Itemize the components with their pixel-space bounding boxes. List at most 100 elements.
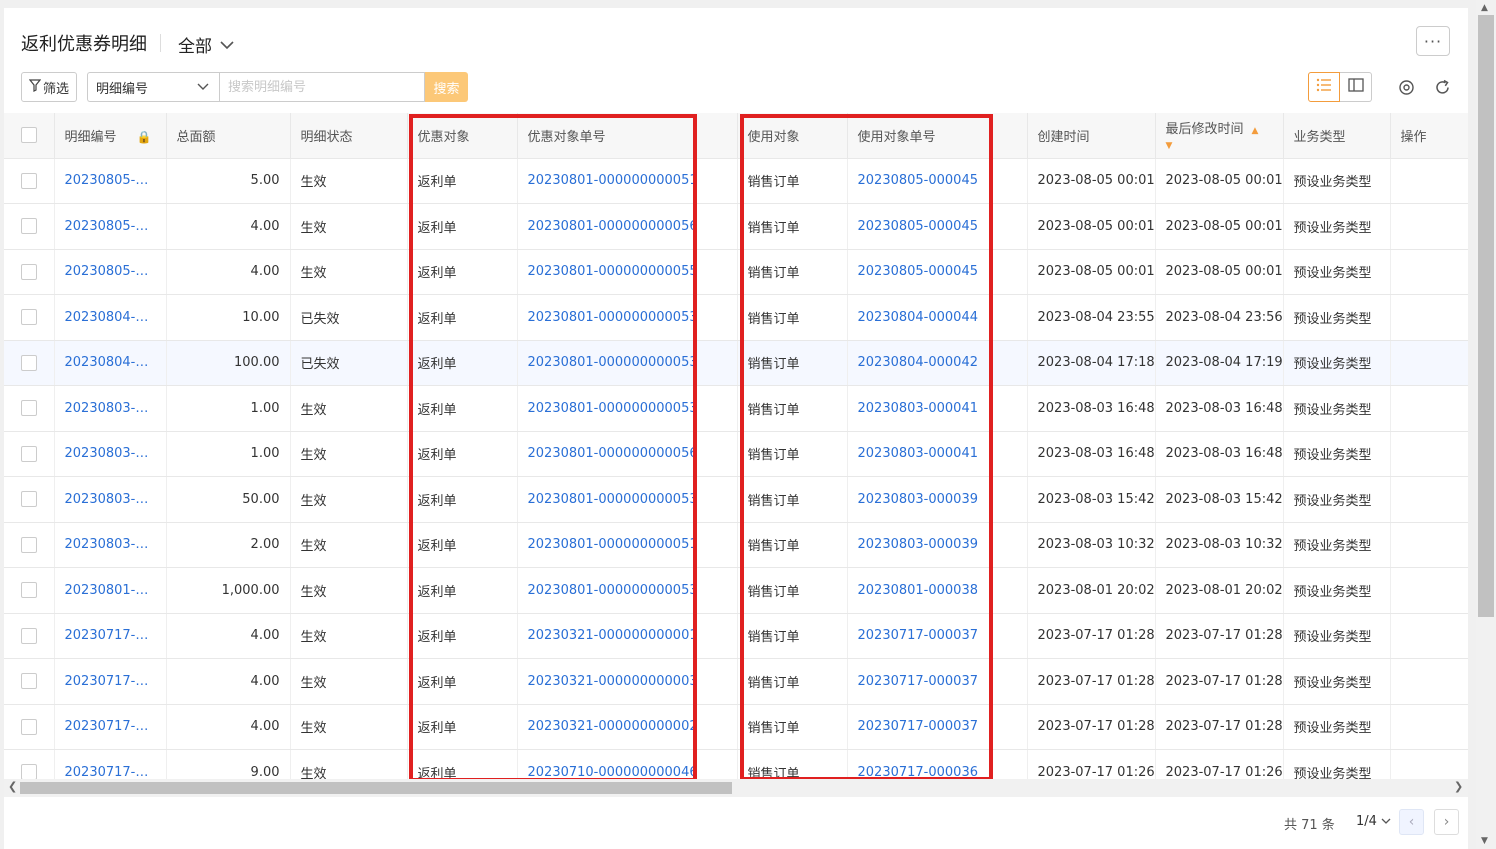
modified-time: 2023-07-17 01:26 [1155,749,1284,779]
column-header[interactable]: 总面额 [166,113,291,159]
row-checkbox[interactable] [4,294,55,341]
table-row[interactable]: 20230717-00... 4.00 生效 返利单 20230321-00000000… [4,613,1468,659]
view-selector[interactable]: 全部 [178,32,234,57]
refresh-icon[interactable] [1433,78,1451,96]
detail-number-link[interactable]: 20230803-00... [54,522,167,568]
table-row[interactable]: 20230803-00... 2.00 生效 返利单 20230801-00000000… [4,522,1468,568]
row-actions [1390,294,1468,341]
detail-number-link[interactable]: 20230805-00... [54,158,167,204]
row-actions [1390,567,1468,614]
detail-number-link[interactable]: 20230804-00... [54,294,167,341]
list-view-button[interactable] [1308,72,1340,102]
table-header-row: 明细编号 🔒 总面额 明细状态 优惠对象 优惠对象单号 使用对象 使用对象单号 创… [4,113,1468,159]
page-selector[interactable]: 1/4 [1356,814,1391,829]
scroll-down-icon[interactable]: ▼ [1481,836,1488,846]
page-title: 返利优惠券明细 [21,34,147,55]
column-header[interactable]: 明细状态 [290,113,408,159]
table-row[interactable]: 20230801-00... 1,000.00 生效 返利单 20230801-0000… [4,567,1468,614]
business-type: 预设业务类型 [1283,249,1391,295]
row-actions [1390,476,1468,523]
column-header[interactable]: 创建时间 [1027,113,1156,159]
prev-page-button[interactable]: ‹ [1399,809,1424,835]
created-time: 2023-08-03 15:42 [1027,476,1156,523]
table-row[interactable]: 20230805-00... 4.00 生效 返利单 20230801-00000000… [4,203,1468,250]
row-actions [1390,431,1468,477]
scroll-right-icon[interactable]: ❯ [1454,780,1463,793]
filter-label: 筛选 [42,81,69,97]
total-amount: 1.00 [166,385,291,432]
business-type: 预设业务类型 [1283,749,1391,779]
created-time: 2023-08-01 20:02 [1027,567,1156,614]
table-row[interactable]: 20230805-00... 4.00 生效 返利单 20230801-00000000… [4,249,1468,295]
column-header[interactable]: 最后修改时间 ▲ ▼ [1155,113,1284,159]
row-checkbox[interactable] [4,749,55,779]
table-row[interactable]: 20230803-00... 50.00 生效 返利单 20230801-0000000… [4,476,1468,523]
detail-number-link[interactable]: 20230717-00... [54,749,167,779]
detail-number-link[interactable]: 20230717-00... [54,613,167,659]
chevron-left-icon: ‹ [1408,814,1415,830]
scroll-up-icon[interactable]: ▲ [1481,3,1488,13]
table-row[interactable]: 20230717-00... 4.00 生效 返利单 20230321-00000000… [4,658,1468,705]
row-checkbox[interactable] [4,431,55,477]
detail-number-link[interactable]: 20230804-00... [54,340,167,386]
row-checkbox[interactable] [4,340,55,386]
table-row[interactable]: 20230717-00... 9.00 生效 返利单 20230710-00000000… [4,749,1468,779]
settings-icon[interactable] [1397,78,1415,96]
table-row[interactable]: 20230803-00... 1.00 生效 返利单 20230801-00000000… [4,385,1468,432]
table-row[interactable]: 20230803-00... 1.00 生效 返利单 20230801-00000000… [4,431,1468,477]
row-checkbox[interactable] [4,658,55,705]
created-time: 2023-07-17 01:28 [1027,704,1156,750]
row-checkbox[interactable] [4,203,55,250]
business-type: 预设业务类型 [1283,385,1391,432]
row-checkbox[interactable] [4,249,55,295]
select-all-checkbox[interactable] [4,113,55,159]
vertical-scrollbar[interactable]: ▲ ▼ [1476,0,1496,849]
row-checkbox[interactable] [4,158,55,204]
search-button[interactable]: 搜索 [425,72,468,102]
modified-time: 2023-08-04 17:19 [1155,340,1284,386]
column-header[interactable]: 业务类型 [1283,113,1391,159]
detail-number-link[interactable]: 20230801-00... [54,567,167,614]
next-page-button[interactable]: › [1434,809,1459,835]
search-input[interactable] [219,72,425,102]
row-checkbox[interactable] [4,613,55,659]
detail-number-link[interactable]: 20230717-00... [54,704,167,750]
detail-number-link[interactable]: 20230803-00... [54,431,167,477]
more-button[interactable]: ··· [1416,26,1450,56]
detail-number-link[interactable]: 20230803-00... [54,476,167,523]
table-row[interactable]: 20230717-00... 4.00 生效 返利单 20230321-00000000… [4,704,1468,750]
table-row[interactable]: 20230804-00... 10.00 已失效 返利单 20230801-000000… [4,294,1468,341]
split-view-button[interactable] [1340,72,1372,102]
search-field-select[interactable]: 明细编号 [87,72,219,102]
split-view-icon [1347,78,1364,96]
detail-number-link[interactable]: 20230717-00... [54,658,167,705]
column-header[interactable]: 明细编号 🔒 [54,113,167,159]
scroll-left-icon[interactable]: ❮ [8,780,17,793]
detail-number-link[interactable]: 20230805-00... [54,203,167,250]
vertical-scroll-thumb[interactable] [1478,15,1494,617]
row-checkbox[interactable] [4,522,55,568]
row-checkbox[interactable] [4,476,55,523]
detail-number-link[interactable]: 20230803-00... [54,385,167,432]
total-amount: 4.00 [166,249,291,295]
table-row[interactable]: 20230804-00... 100.00 已失效 返利单 20230801-00000… [4,340,1468,386]
created-time: 2023-08-05 00:01 [1027,158,1156,204]
detail-status: 已失效 [290,294,408,341]
business-type: 预设业务类型 [1283,476,1391,523]
detail-status: 生效 [290,249,408,295]
detail-number-link[interactable]: 20230805-00... [54,249,167,295]
table-row[interactable]: 20230805-00... 5.00 生效 返利单 20230801-00000000… [4,158,1468,204]
business-type: 预设业务类型 [1283,567,1391,614]
row-checkbox[interactable] [4,567,55,614]
total-amount: 10.00 [166,294,291,341]
created-time: 2023-07-17 01:26 [1027,749,1156,779]
created-time: 2023-08-03 16:48 [1027,431,1156,477]
row-checkbox[interactable] [4,385,55,432]
horizontal-scrollbar[interactable]: ❮ ❯ [4,779,1468,797]
detail-status: 生效 [290,567,408,614]
row-checkbox[interactable] [4,704,55,750]
horizontal-scroll-thumb[interactable] [20,782,732,794]
created-time: 2023-08-05 00:01 [1027,249,1156,295]
total-amount: 4.00 [166,658,291,705]
filter-button[interactable]: 筛选 [21,72,77,102]
